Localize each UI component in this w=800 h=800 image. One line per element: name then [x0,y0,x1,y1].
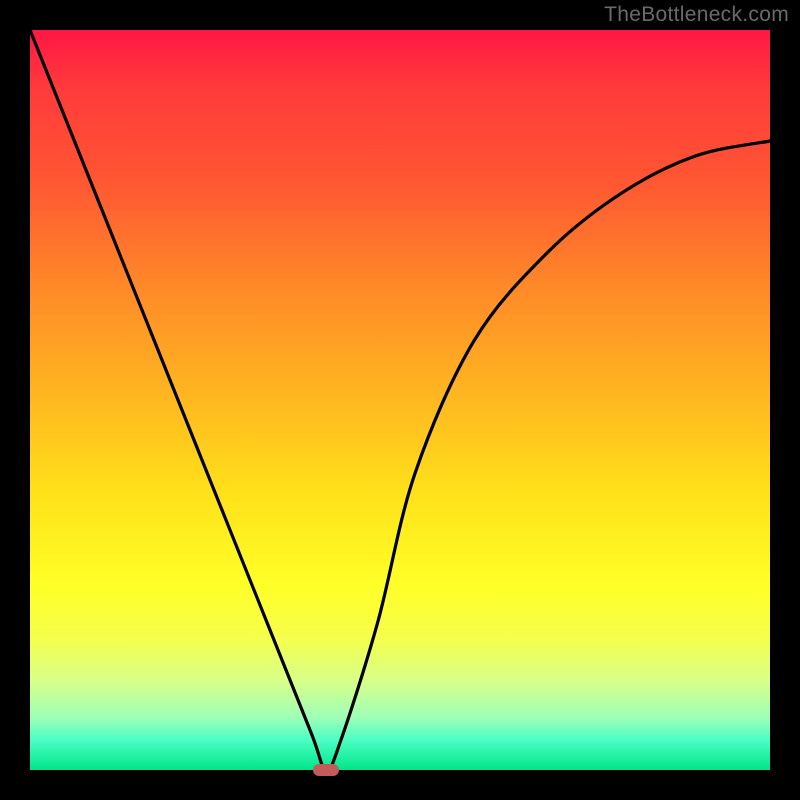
curve-svg [30,30,770,770]
chart-frame: TheBottleneck.com [0,0,800,800]
minimum-marker [313,764,339,776]
watermark: TheBottleneck.com [604,3,789,27]
bottleneck-curve [30,30,770,770]
plot-area [30,30,770,770]
